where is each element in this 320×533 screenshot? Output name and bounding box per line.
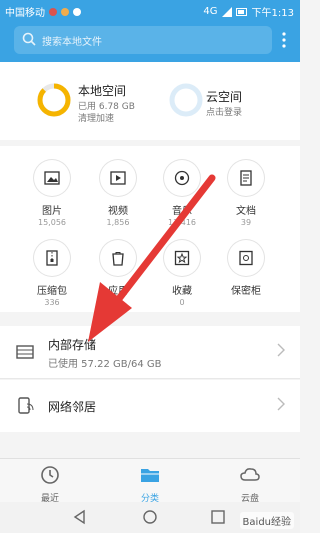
cloud-login-link[interactable]: 点击登录 — [206, 105, 242, 118]
watermark: Baidu经验 — [239, 512, 294, 529]
category-count: 0 — [179, 298, 185, 307]
category-label: 收藏 — [172, 286, 192, 297]
tab-categories[interactable]: 分类 — [120, 465, 180, 504]
back-icon[interactable] — [72, 509, 88, 525]
cloud-icon — [240, 468, 260, 481]
app-icon — [100, 240, 136, 276]
tab-recent[interactable]: 最近 — [20, 465, 80, 504]
search-placeholder: 搜索本地文件 — [42, 37, 102, 48]
star-icon — [164, 240, 200, 276]
signal-icon — [221, 6, 232, 17]
more-options-icon[interactable] — [282, 32, 286, 48]
document-icon — [228, 160, 264, 196]
cloud-storage-title[interactable]: 云空间 — [206, 88, 242, 105]
category-music[interactable]: 音乐 13,416 — [152, 160, 212, 227]
internal-storage-title: 内部存储 — [48, 338, 97, 352]
category-archives[interactable]: 压缩包 336 — [22, 240, 82, 307]
notification-icon — [49, 7, 57, 16]
network-label: 4G — [203, 6, 218, 17]
category-label: 文档 — [236, 206, 256, 217]
category-label: 压缩包 — [37, 286, 67, 297]
local-storage-title[interactable]: 本地空间 — [78, 82, 126, 99]
app-notification-icon — [61, 7, 69, 16]
status-bar: 中国移动 4G 下午1:13 — [0, 0, 300, 20]
category-label: 音乐 — [172, 206, 192, 217]
clock-icon — [41, 466, 59, 484]
carrier-label: 中国移动 — [5, 8, 45, 19]
message-icon — [73, 7, 81, 16]
category-label: 视频 — [108, 206, 128, 217]
category-count: 13,416 — [168, 218, 196, 227]
category-favorites[interactable]: 收藏 0 — [152, 240, 212, 307]
search-icon — [22, 32, 36, 46]
category-count: 336 — [44, 298, 60, 307]
category-label: 保密柜 — [231, 286, 261, 297]
network-neighborhood-row[interactable]: 网络邻居 — [0, 380, 300, 432]
category-documents[interactable]: 文档 39 — [216, 160, 276, 227]
tab-cloud[interactable]: 云盘 — [220, 465, 280, 504]
chevron-right-icon — [277, 343, 285, 357]
category-videos[interactable]: 视频 1,856 — [88, 160, 148, 227]
status-right: 4G 下午1:13 — [203, 4, 294, 19]
category-count: 15,056 — [38, 218, 66, 227]
category-apps[interactable]: 应用 — [88, 240, 148, 298]
category-safe[interactable]: 保密柜 — [216, 240, 276, 298]
category-count: 1,856 — [106, 218, 130, 227]
category-count: 39 — [240, 218, 252, 227]
local-storage-ring[interactable] — [36, 82, 72, 118]
category-label: 应用 — [108, 286, 128, 297]
status-left: 中国移动 — [5, 4, 81, 19]
recent-apps-icon[interactable] — [210, 509, 226, 525]
bottom-tab-bar: 最近 分类 云盘 — [0, 458, 300, 504]
chevron-right-icon — [277, 397, 285, 411]
clean-up-link[interactable]: 清理加速 — [78, 111, 114, 124]
category-label: 图片 — [42, 206, 62, 217]
network-device-icon — [18, 397, 34, 414]
zip-icon — [34, 240, 70, 276]
time-label: 下午1:13 — [251, 8, 294, 19]
music-icon — [164, 160, 200, 196]
battery-icon — [235, 7, 247, 16]
category-images[interactable]: 图片 15,056 — [22, 160, 82, 227]
home-icon[interactable] — [142, 509, 158, 525]
internal-storage-usage: 已使用 57.22 GB/64 GB — [48, 359, 162, 370]
search-input[interactable]: 搜索本地文件 — [14, 26, 272, 54]
cloud-storage-ring[interactable] — [168, 82, 204, 118]
video-icon — [100, 160, 136, 196]
divider — [0, 378, 300, 379]
safe-icon — [228, 240, 264, 276]
folder-icon — [141, 469, 159, 482]
network-neighborhood-title: 网络邻居 — [48, 400, 97, 414]
internal-storage-row[interactable]: 内部存储 已使用 57.22 GB/64 GB — [0, 326, 300, 378]
storage-icon — [16, 345, 34, 359]
image-icon — [34, 160, 70, 196]
